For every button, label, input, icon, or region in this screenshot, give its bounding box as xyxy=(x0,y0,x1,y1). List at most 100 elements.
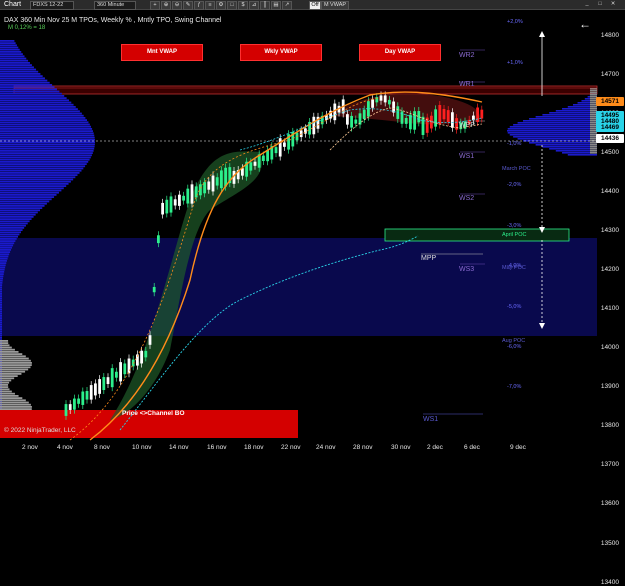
monthly-vwap-button[interactable]: Mnt VWAP xyxy=(121,44,203,61)
left-profile-bar xyxy=(0,275,4,278)
left-profile-bar-grey xyxy=(0,403,31,406)
left-profile-bar xyxy=(0,304,2,306)
left-profile-bar xyxy=(0,330,2,333)
march-poc-label: March POC xyxy=(502,166,531,172)
left-profile-bar xyxy=(0,334,2,337)
left-profile-bar-grey xyxy=(0,357,29,360)
pivot-label-ws2: WS2 xyxy=(459,195,475,202)
left-profile-bar xyxy=(0,222,28,225)
left-profile-bar-grey xyxy=(0,379,12,382)
back-arrow-icon[interactable]: ← xyxy=(579,17,591,31)
candle-body xyxy=(438,105,442,125)
left-profile-bar xyxy=(0,246,12,249)
left-profile-bar xyxy=(0,328,2,330)
candle-body xyxy=(178,194,181,206)
left-profile-bar-grey xyxy=(0,395,19,397)
left-profile-bar xyxy=(0,152,93,154)
right-profile-bar xyxy=(549,112,597,114)
candle-body xyxy=(169,196,173,213)
left-profile-bar xyxy=(0,108,78,110)
candle-body xyxy=(186,188,190,204)
candle-body xyxy=(476,107,479,123)
candle-body xyxy=(451,112,454,128)
right-profile-bar xyxy=(507,128,597,130)
may-value-area xyxy=(0,238,597,336)
left-profile-bar xyxy=(0,198,52,201)
left-profile-bar xyxy=(0,132,94,135)
right-profile-bar xyxy=(542,146,597,148)
left-profile-bar xyxy=(0,227,25,229)
left-profile-bar-grey xyxy=(0,381,10,384)
pivot-label-ws1: WS1 xyxy=(459,153,475,160)
copyright-text: © 2022 NinjaTrader, LLC xyxy=(4,427,76,434)
candle-body xyxy=(480,109,484,119)
candle-body xyxy=(157,235,160,244)
chart-subtitle: M 0,12% = 18 xyxy=(8,25,46,31)
left-profile-bar xyxy=(0,62,30,64)
price-tick-label: 14400 xyxy=(600,188,619,196)
left-profile-bar xyxy=(0,66,34,69)
date-tick-label: 8 nov xyxy=(94,444,110,451)
price-tick-label: 14000 xyxy=(600,344,619,352)
left-profile-bar xyxy=(0,207,43,209)
left-profile-bar xyxy=(0,40,15,42)
candle-body xyxy=(144,350,148,358)
right-profile-bar-grey xyxy=(590,106,597,108)
candle-body xyxy=(123,363,127,375)
weekly-vwap-button[interactable]: Wkly VWAP xyxy=(240,44,322,61)
right-profile-bar-grey xyxy=(590,90,597,92)
candle-body xyxy=(81,391,85,405)
right-profile-bar-grey xyxy=(590,108,597,110)
chart-title: DAX 360 Min Nov 25 M TPOs, Weekly % , Mn… xyxy=(4,17,222,24)
left-profile-bar xyxy=(0,224,26,227)
left-profile-bar-grey xyxy=(0,384,9,386)
last-price-tag: 14571 xyxy=(596,97,624,106)
left-profile-bar xyxy=(0,130,93,132)
price-tick-label: 13400 xyxy=(600,578,619,586)
left-profile-bar-grey xyxy=(0,401,29,404)
left-profile-bar xyxy=(0,260,7,262)
candle-body xyxy=(165,199,169,214)
candle-body xyxy=(161,202,164,215)
candle-body xyxy=(102,377,106,391)
left-profile-bar xyxy=(0,229,23,231)
left-profile-bar-grey xyxy=(0,370,26,373)
left-profile-bar xyxy=(0,95,65,97)
left-profile-bar xyxy=(0,209,40,212)
candle-body xyxy=(152,286,156,293)
left-profile-bar xyxy=(0,317,2,319)
left-profile-bar-grey xyxy=(0,366,31,369)
left-profile-bar xyxy=(0,337,2,339)
left-profile-bar-grey xyxy=(0,375,18,377)
left-profile-bar-grey xyxy=(0,344,10,347)
left-profile-bar xyxy=(0,242,15,245)
left-profile-bar xyxy=(0,158,90,161)
daily-vwap-button[interactable]: Day VWAP xyxy=(359,44,441,61)
left-profile-bar xyxy=(0,216,34,218)
april-poc-label: April POC xyxy=(502,232,527,238)
left-profile-bar xyxy=(0,271,5,273)
left-profile-bar xyxy=(0,174,78,176)
left-profile-bar xyxy=(0,53,23,55)
left-profile-bar-grey xyxy=(0,355,26,358)
left-profile-bar xyxy=(0,194,57,196)
candle-body xyxy=(388,99,391,105)
left-profile-bar xyxy=(0,77,45,80)
right-profile-bar xyxy=(507,130,597,132)
left-profile-bar xyxy=(0,235,19,238)
candle-body xyxy=(98,379,101,394)
right-profile-bar xyxy=(517,138,597,140)
left-profile-bar xyxy=(0,266,6,269)
left-profile-bar xyxy=(0,264,6,267)
candle-body xyxy=(262,155,265,162)
left-profile-bar xyxy=(0,293,2,295)
price-chart[interactable] xyxy=(0,0,625,454)
left-profile-bar xyxy=(0,121,89,124)
aug-poc-label: Aug POC xyxy=(502,338,526,344)
right-profile-bar xyxy=(542,114,597,116)
right-profile-bar xyxy=(513,136,597,138)
left-profile-bar xyxy=(0,297,2,300)
left-profile-bar xyxy=(0,70,39,73)
right-profile-bar xyxy=(529,118,597,120)
left-profile-bar xyxy=(0,125,92,128)
